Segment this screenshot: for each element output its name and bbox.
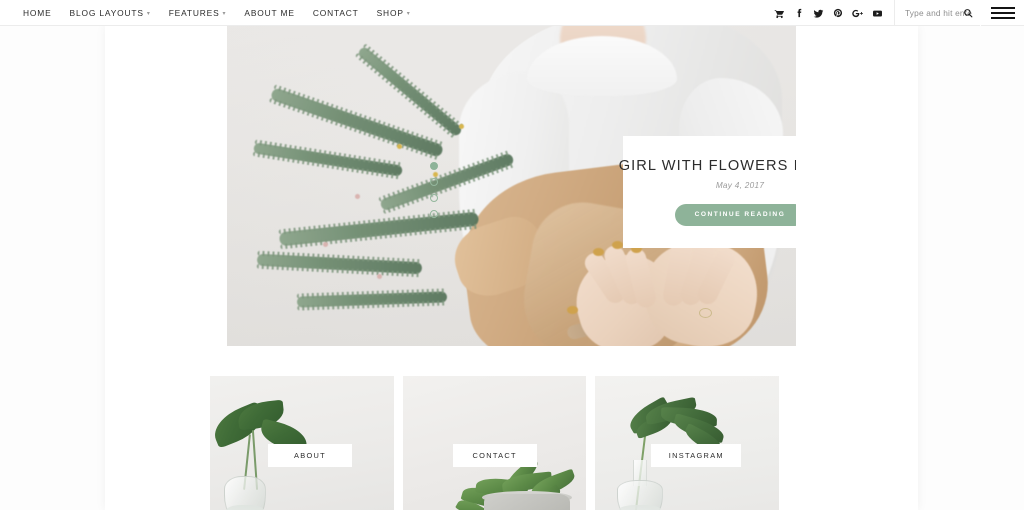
slider-dot-4[interactable]	[430, 210, 438, 218]
nav-item-contact[interactable]: CONTACT	[304, 0, 368, 26]
slider-dot-3[interactable]	[430, 194, 438, 202]
nav-item-about-me[interactable]: ABOUT ME	[235, 0, 303, 26]
vase-water	[619, 505, 662, 510]
promo-about-photo	[210, 376, 394, 510]
promo-tile-about[interactable]: ABOUT	[210, 376, 394, 510]
site-container: GIRL WITH FLOWERS IN HAND May 4, 2017 CO…	[105, 26, 918, 510]
chevron-down-icon: ▾	[146, 10, 151, 17]
nav-label: ABOUT ME	[244, 7, 295, 18]
hero-caption-card: GIRL WITH FLOWERS IN HAND May 4, 2017 CO…	[619, 136, 796, 248]
nav-item-home[interactable]: HOME	[14, 0, 61, 26]
nav-label: BLOG LAYOUTS	[69, 7, 144, 18]
vase-water	[226, 505, 264, 510]
twitter-icon[interactable]	[813, 8, 824, 19]
slider-pagination[interactable]	[430, 162, 438, 218]
hero-slider[interactable]: GIRL WITH FLOWERS IN HAND May 4, 2017 CO…	[227, 26, 796, 346]
promo-row: ABOUT CONTACT INSTAGRAM	[210, 376, 780, 510]
cart-icon[interactable]	[774, 8, 785, 19]
nav-label: SHOP	[376, 7, 404, 18]
slider-dot-2[interactable]	[430, 178, 438, 186]
flower-bud	[377, 274, 382, 279]
youtube-icon[interactable]	[872, 8, 883, 19]
social-icon-group	[774, 8, 894, 19]
flower-bud	[459, 124, 464, 129]
flower-bud	[323, 242, 328, 247]
slider-dot-1[interactable]	[430, 162, 438, 170]
top-bar: HOME BLOG LAYOUTS ▾ FEATURES ▾ ABOUT ME …	[0, 0, 1024, 26]
hero-title: GIRL WITH FLOWERS IN HAND	[618, 157, 796, 174]
chevron-down-icon: ▾	[222, 10, 227, 17]
left-gutter	[0, 26, 105, 510]
nav-label: CONTACT	[312, 7, 359, 18]
search-icon[interactable]	[963, 8, 973, 18]
page-shell: GIRL WITH FLOWERS IN HAND May 4, 2017 CO…	[0, 0, 1024, 510]
hamburger-bar	[990, 17, 1015, 19]
nav-label: FEATURES	[168, 7, 220, 18]
flower-bud	[355, 194, 360, 199]
flower-bud	[397, 144, 402, 149]
fir-branch	[278, 211, 480, 247]
pinterest-icon[interactable]	[833, 8, 843, 18]
fir-branch	[296, 291, 448, 308]
fingernail	[567, 306, 578, 314]
fingernail	[612, 241, 623, 249]
right-gutter	[918, 26, 1024, 510]
fir-branch	[256, 253, 423, 275]
hamburger-bar	[990, 12, 1015, 14]
concrete-pot	[484, 494, 571, 510]
nav-label: HOME	[23, 7, 52, 18]
nav-item-features[interactable]: FEATURES ▾	[160, 0, 236, 26]
google-plus-icon[interactable]	[852, 8, 863, 19]
search-input[interactable]	[905, 8, 972, 18]
continue-reading-button[interactable]: CONTINUE READING	[674, 203, 796, 227]
menu-toggle-button[interactable]	[980, 0, 1024, 26]
search-box[interactable]	[894, 0, 980, 26]
promo-instagram-label: INSTAGRAM	[651, 444, 742, 467]
fir-branch	[253, 142, 403, 177]
hero-date: May 4, 2017	[715, 180, 765, 190]
top-bar-right	[774, 0, 1024, 26]
promo-contact-label: CONTACT	[452, 444, 537, 467]
chevron-down-icon: ▾	[406, 10, 411, 17]
main-navigation: HOME BLOG LAYOUTS ▾ FEATURES ▾ ABOUT ME …	[14, 0, 420, 26]
promo-about-label: ABOUT	[268, 444, 352, 467]
promo-tile-contact[interactable]: CONTACT	[402, 376, 587, 510]
promo-contact-photo	[402, 376, 587, 510]
promo-instagram-photo	[595, 376, 780, 510]
nav-item-blog-layouts[interactable]: BLOG LAYOUTS ▾	[61, 0, 160, 26]
promo-tile-instagram[interactable]: INSTAGRAM	[595, 376, 780, 510]
nav-item-shop[interactable]: SHOP ▾	[368, 0, 420, 26]
hamburger-bar	[990, 7, 1015, 9]
facebook-icon[interactable]	[794, 8, 804, 18]
ring	[699, 308, 712, 318]
fingernail	[593, 248, 604, 256]
